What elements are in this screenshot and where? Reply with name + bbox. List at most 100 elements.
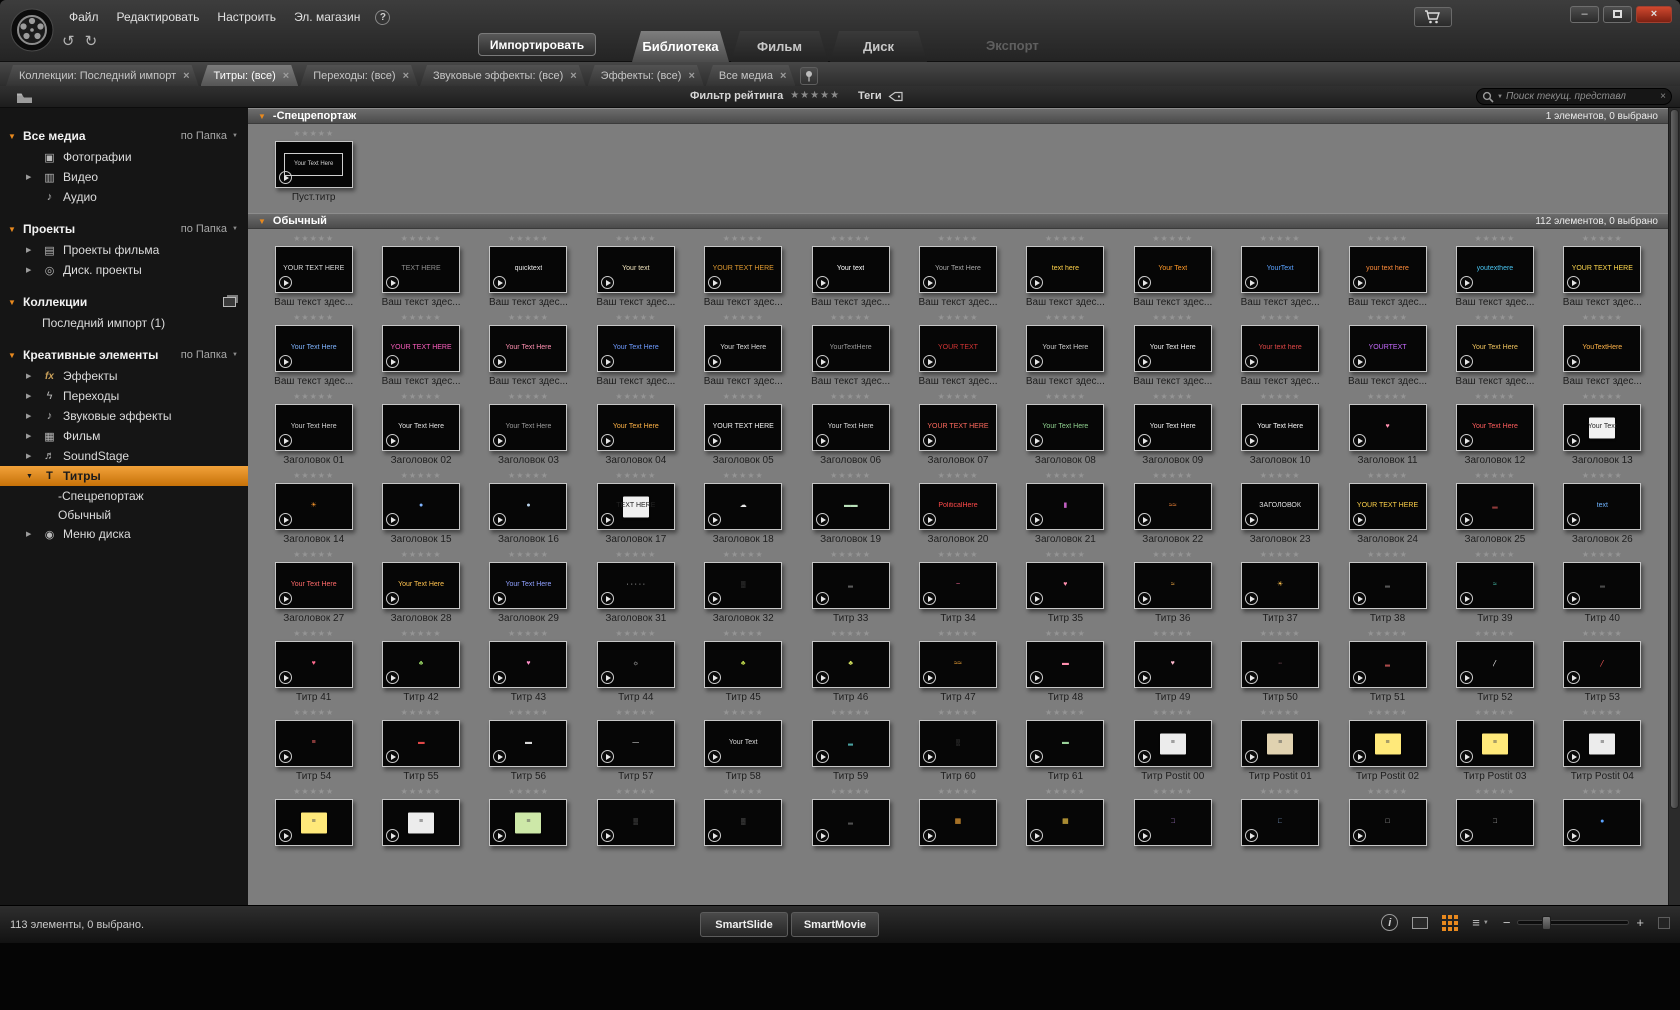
play-icon[interactable] — [1353, 276, 1366, 289]
sort-by-selector[interactable]: по Папка — [181, 130, 227, 142]
play-icon[interactable] — [601, 434, 614, 447]
item-rating-stars[interactable]: ★★★★★ — [1152, 471, 1193, 483]
library-item[interactable]: ★★★★★♥Титр 49 — [1119, 626, 1226, 705]
library-item[interactable]: ★★★★★▬Титр 61 — [1012, 705, 1119, 784]
import-button[interactable]: Импортировать — [478, 33, 596, 56]
play-icon[interactable] — [816, 434, 829, 447]
smartslide-button[interactable]: SmartSlide — [700, 912, 788, 937]
item-thumbnail[interactable]: TEXT HERE — [597, 483, 675, 530]
sidebar-item-disc-menu[interactable]: ▶◉Меню диска — [0, 524, 248, 544]
item-rating-stars[interactable]: ★★★★★ — [723, 234, 764, 246]
item-thumbnail[interactable]: ♣ — [382, 641, 460, 688]
item-rating-stars[interactable]: ★★★★★ — [1045, 471, 1086, 483]
redo-icon[interactable]: ↻ — [85, 34, 98, 49]
section-collapse-icon[interactable]: ▼ — [8, 351, 23, 360]
item-rating-stars[interactable]: ★★★★★ — [508, 550, 549, 562]
item-rating-stars[interactable]: ★★★★★ — [723, 708, 764, 720]
play-icon[interactable] — [1460, 276, 1473, 289]
sidebar-section-collections[interactable]: ▼Коллекции — [0, 291, 248, 313]
item-thumbnail[interactable]: ╱ — [1456, 641, 1534, 688]
play-icon[interactable] — [1567, 513, 1580, 526]
play-icon[interactable] — [1245, 750, 1258, 763]
item-rating-stars[interactable]: ★★★★★ — [1474, 550, 1515, 562]
menu-item-4[interactable]: Эл. магазин — [285, 7, 369, 27]
preview-panel-icon[interactable] — [1412, 917, 1428, 929]
library-item[interactable]: ★★★★★≈Титр 39 — [1441, 547, 1548, 626]
item-rating-stars[interactable]: ★★★★★ — [1152, 313, 1193, 325]
play-icon[interactable] — [816, 513, 829, 526]
play-icon[interactable] — [493, 355, 506, 368]
play-icon[interactable] — [386, 829, 399, 842]
section-collapse-icon[interactable]: ▼ — [8, 225, 23, 234]
library-item[interactable]: ★★★★★▬Титр 56 — [475, 705, 582, 784]
library-item[interactable]: ★★★★★text hereВаш текст здес... — [1012, 231, 1119, 310]
play-icon[interactable] — [386, 434, 399, 447]
library-item[interactable]: ★★★★★≡Титр Postit 01 — [1226, 705, 1333, 784]
library-item[interactable]: ★★★★★≡Титр Postit 02 — [1334, 705, 1441, 784]
sidebar-item-transitions[interactable]: ▶ϟПереходы — [0, 386, 248, 406]
item-thumbnail[interactable]: ▂ — [812, 562, 890, 609]
library-item[interactable]: ★★★★★□ — [1226, 784, 1333, 863]
item-rating-stars[interactable]: ★★★★★ — [1045, 392, 1086, 404]
group-header-2[interactable]: ▼Обычный112 элементов, 0 выбрано — [248, 213, 1668, 229]
item-rating-stars[interactable]: ★★★★★ — [1260, 629, 1301, 641]
item-thumbnail[interactable]: Your Text Here — [704, 325, 782, 372]
library-item[interactable]: ★★★★★Your textВаш текст здес... — [582, 231, 689, 310]
library-item[interactable]: ★★★★★▂Титр 40 — [1549, 547, 1656, 626]
expand-icon[interactable]: ▶ — [26, 173, 36, 181]
item-rating-stars[interactable]: ★★★★★ — [508, 708, 549, 720]
item-thumbnail[interactable]: ▂ — [812, 799, 890, 846]
library-item[interactable]: ★★★★★YOUR TEXTВаш текст здес... — [904, 310, 1011, 389]
play-icon[interactable] — [1567, 829, 1580, 842]
item-thumbnail[interactable]: Your Text Here — [382, 404, 460, 451]
library-item[interactable]: ★★★★★Your Text HereВаш текст здес... — [1119, 310, 1226, 389]
sidebar-item-regular[interactable]: Обычный — [0, 505, 248, 524]
zoom-in-button[interactable]: + — [1636, 915, 1644, 930]
item-rating-stars[interactable]: ★★★★★ — [401, 629, 442, 641]
play-icon[interactable] — [1353, 829, 1366, 842]
play-icon[interactable] — [708, 750, 721, 763]
expand-icon[interactable]: ▶ — [26, 392, 36, 400]
item-rating-stars[interactable]: ★★★★★ — [1367, 550, 1408, 562]
item-thumbnail[interactable]: ☀ — [1241, 562, 1319, 609]
item-rating-stars[interactable]: ★★★★★ — [615, 708, 656, 720]
item-rating-stars[interactable]: ★★★★★ — [938, 629, 979, 641]
collection-tab-3[interactable]: Переходы: (все)× — [300, 65, 418, 86]
library-item[interactable]: ★★★★★TEXT HEREЗаголовок 17 — [582, 468, 689, 547]
play-icon[interactable] — [708, 513, 721, 526]
play-icon[interactable] — [1460, 671, 1473, 684]
library-item[interactable]: ★★★★★—Титр 57 — [582, 705, 689, 784]
item-thumbnail[interactable]: YOURTEXT — [1349, 325, 1427, 372]
play-icon[interactable] — [1567, 750, 1580, 763]
play-icon[interactable] — [1138, 513, 1151, 526]
item-thumbnail[interactable]: Your Text — [704, 720, 782, 767]
library-item[interactable]: ★★★★★Your Text HereЗаголовок 02 — [367, 389, 474, 468]
play-icon[interactable] — [279, 829, 292, 842]
play-icon[interactable] — [279, 592, 292, 605]
library-item[interactable]: ★★★★★≈≈Титр 47 — [904, 626, 1011, 705]
library-item[interactable]: ★★★★★●Заголовок 15 — [367, 468, 474, 547]
library-item[interactable]: ★★★★★textЗаголовок 26 — [1549, 468, 1656, 547]
item-thumbnail[interactable]: ▒ — [919, 720, 997, 767]
item-thumbnail[interactable]: ● — [489, 483, 567, 530]
item-thumbnail[interactable]: ▂ — [1456, 483, 1534, 530]
item-rating-stars[interactable]: ★★★★★ — [615, 234, 656, 246]
item-rating-stars[interactable]: ★★★★★ — [723, 787, 764, 799]
item-rating-stars[interactable]: ★★★★★ — [293, 129, 334, 141]
library-item[interactable]: ★★★★★TEXT HEREВаш текст здес... — [367, 231, 474, 310]
item-thumbnail[interactable]: Your Text Here — [1456, 404, 1534, 451]
search-input[interactable] — [1506, 91, 1657, 102]
item-rating-stars[interactable]: ★★★★★ — [1045, 629, 1086, 641]
shop-cart-button[interactable] — [1414, 7, 1452, 27]
play-icon[interactable] — [1245, 513, 1258, 526]
item-rating-stars[interactable]: ★★★★★ — [508, 629, 549, 641]
play-icon[interactable] — [1460, 434, 1473, 447]
item-rating-stars[interactable]: ★★★★★ — [1367, 234, 1408, 246]
item-rating-stars[interactable]: ★★★★★ — [1582, 550, 1623, 562]
item-thumbnail[interactable]: ≡ — [382, 799, 460, 846]
item-rating-stars[interactable]: ★★★★★ — [723, 392, 764, 404]
play-icon[interactable] — [923, 355, 936, 368]
item-thumbnail[interactable]: youtexthere — [1456, 246, 1534, 293]
library-item[interactable]: ★★★★★♥Титр 43 — [475, 626, 582, 705]
item-thumbnail[interactable]: □ — [1134, 799, 1212, 846]
